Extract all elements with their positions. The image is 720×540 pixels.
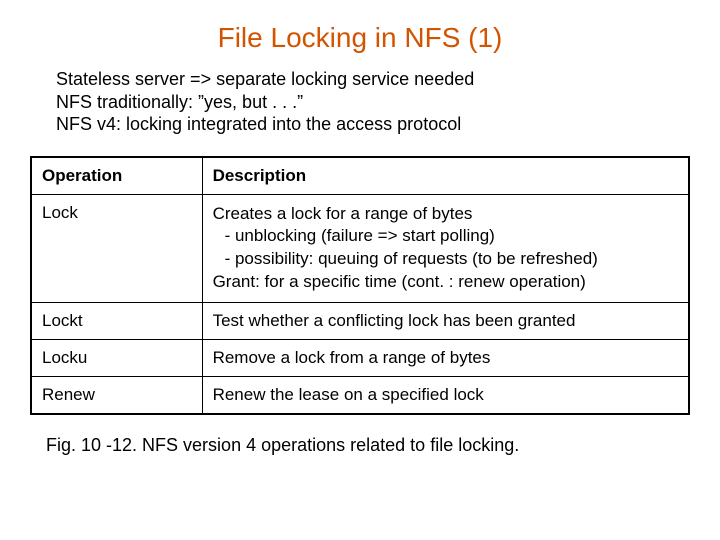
cell-op-lock: Lock	[31, 194, 202, 303]
operations-table: Operation Description Lock Creates a loc…	[30, 156, 690, 416]
header-description: Description	[202, 157, 689, 195]
cell-desc-locku: Remove a lock from a range of bytes	[202, 340, 689, 377]
lock-desc-line-1: Creates a lock for a range of bytes	[213, 203, 678, 226]
table-header-row: Operation Description	[31, 157, 689, 195]
lock-desc-line-3: - possibility: queuing of requests (to b…	[213, 248, 678, 271]
table-row: Locku Remove a lock from a range of byte…	[31, 340, 689, 377]
cell-desc-lock: Creates a lock for a range of bytes - un…	[202, 194, 689, 303]
lock-desc-line-4: Grant: for a specific time (cont. : rene…	[213, 271, 678, 294]
slide: File Locking in NFS (1) Stateless server…	[0, 0, 720, 540]
cell-desc-lockt: Test whether a conflicting lock has been…	[202, 303, 689, 340]
header-operation: Operation	[31, 157, 202, 195]
lock-desc-line-2: - unblocking (failure => start polling)	[213, 225, 678, 248]
slide-title: File Locking in NFS (1)	[30, 22, 690, 54]
intro-line-3: NFS v4: locking integrated into the acce…	[56, 113, 690, 136]
intro-text: Stateless server => separate locking ser…	[56, 68, 690, 136]
figure-caption: Fig. 10 -12. NFS version 4 operations re…	[46, 435, 690, 456]
table-row: Renew Renew the lease on a specified loc…	[31, 377, 689, 415]
cell-desc-renew: Renew the lease on a specified lock	[202, 377, 689, 415]
intro-line-1: Stateless server => separate locking ser…	[56, 68, 690, 91]
intro-line-2: NFS traditionally: ”yes, but . . .”	[56, 91, 690, 114]
table-row: Lockt Test whether a conflicting lock ha…	[31, 303, 689, 340]
cell-op-locku: Locku	[31, 340, 202, 377]
cell-op-renew: Renew	[31, 377, 202, 415]
table-row: Lock Creates a lock for a range of bytes…	[31, 194, 689, 303]
cell-op-lockt: Lockt	[31, 303, 202, 340]
